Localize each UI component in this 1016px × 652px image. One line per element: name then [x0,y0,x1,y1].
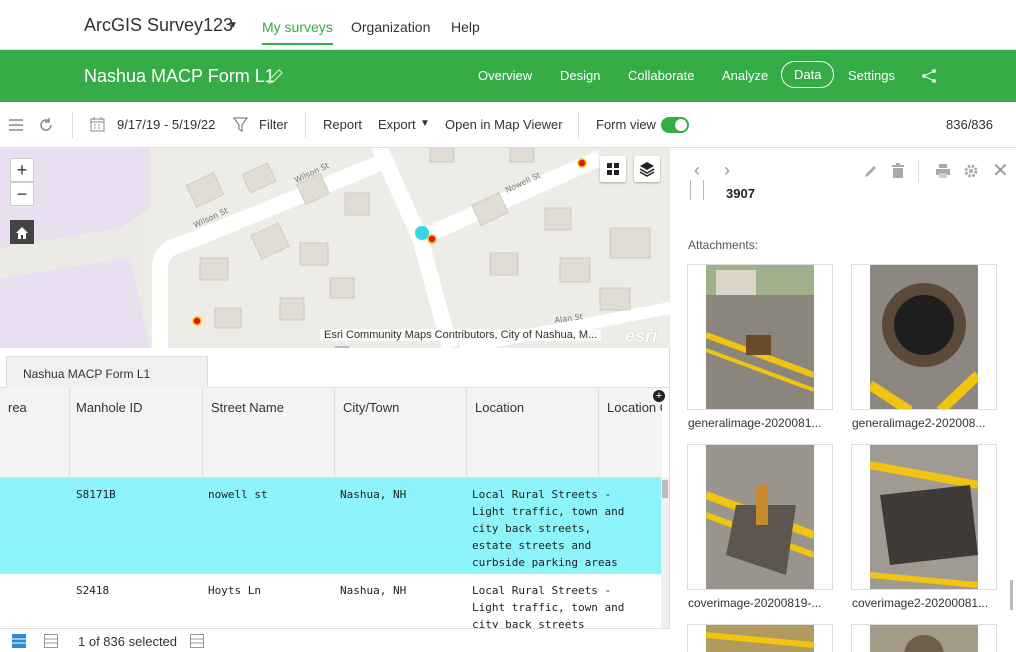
tab-settings[interactable]: Settings [848,68,895,83]
calendar-icon[interactable] [90,117,105,132]
nav-help[interactable]: Help [451,19,480,35]
table-footer: 1 of 836 selected [0,628,670,652]
record-toolbar: ‹ › ✕ [670,148,1016,190]
cell-city: Nashua, NH [340,584,407,597]
tab-data[interactable]: Data [781,61,835,88]
record-panel: ‹ › ✕ 3907 Attachments: generalimage-202… [670,148,1016,652]
cell-manhole-id: S2418 [76,584,110,597]
top-navigation: ArcGIS Survey123 ▼ My surveys Organizati… [0,0,1016,50]
table-row[interactable]: S2418 Hoyts Ln Nashua, NH Local Rural St… [0,573,662,629]
attachment-thumbnail[interactable] [687,264,833,410]
attachment-thumbnail[interactable] [687,624,833,652]
panel-scrollbar[interactable] [1010,580,1013,610]
attachment-photo [870,625,978,652]
map-view[interactable]: Wilson St Wilson St Nowell St Alan St + … [0,148,670,348]
value-box [690,180,704,200]
open-in-map-viewer-button[interactable]: Open in Map Viewer [445,117,563,132]
attachments-label: Attachments: [688,238,759,252]
survey-header-bar: Nashua MACP Form L1 Overview Design Coll… [0,50,1016,102]
attachment-photo [870,445,978,589]
table-tab[interactable]: Nashua MACP Form L1 [6,356,208,389]
form-title: Nashua MACP Form L1 [84,66,275,86]
date-range[interactable]: 9/17/19 - 5/19/22 [117,117,215,132]
edit-title-icon[interactable] [266,68,284,86]
home-button[interactable] [10,220,34,244]
layers-button[interactable] [634,156,660,182]
attachment-caption[interactable]: coverimage-20200819-... [688,596,838,610]
tab-collaborate[interactable]: Collaborate [628,68,695,83]
tab-overview[interactable]: Overview [478,68,532,83]
next-record-icon[interactable]: › [724,160,730,181]
close-icon[interactable]: ✕ [992,158,1009,183]
table-scrollbar[interactable] [661,478,669,628]
zoom-out-button[interactable]: − [10,182,34,206]
record-count: 836/836 [946,117,993,132]
list-view-icon[interactable] [44,634,58,648]
attribute-table: Nashua MACP Form L1 rea Manhole ID Stree… [0,348,670,652]
edit-icon[interactable] [864,164,878,178]
map-canvas: Wilson St Wilson St Nowell St Alan St [0,148,670,348]
export-caret-icon[interactable]: ▼ [420,118,430,129]
cell-location: Local Rural Streets - Light traffic, tow… [472,584,625,629]
attachment-thumbnail[interactable] [687,444,833,590]
attachment-caption[interactable]: coverimage2-20200081... [852,596,1002,610]
table-view-icon[interactable] [12,634,26,648]
filter-icon[interactable] [233,117,248,132]
esri-logo: esri [625,326,658,346]
form-view-toggle[interactable] [661,117,689,133]
layers-icon [639,162,655,177]
cell-manhole-id: S8171B [76,488,116,501]
attachment-photo [706,625,814,652]
filter-button[interactable]: Filter [259,117,288,132]
cell-location: Local Rural Streets - Light traffic, tow… [472,488,625,569]
cell-street-name: nowell st [208,488,268,501]
export-button[interactable]: Export [378,117,416,132]
print-icon[interactable] [936,164,950,178]
brand-dropdown-icon[interactable]: ▼ [228,20,238,31]
add-column-icon[interactable]: + [653,390,665,402]
share-icon[interactable] [920,67,938,85]
table-tabstrip: Nashua MACP Form L1 [0,356,670,389]
selection-count: 1 of 836 selected [78,634,178,649]
nav-organization[interactable]: Organization [351,19,430,35]
previous-record-icon[interactable]: ‹ [694,160,700,181]
attachment-caption[interactable]: generalimage-2020081... [688,416,838,430]
home-icon [16,227,28,239]
map-attribution: Esri Community Maps Contributors, City o… [320,329,602,341]
attachment-caption[interactable]: generalimage2-202008... [852,416,1002,430]
app-brand[interactable]: ArcGIS Survey123 [84,15,233,36]
basemap-gallery-button[interactable] [600,156,626,182]
attachment-photo [870,265,978,409]
attachment-photo [706,445,814,589]
attachment-photo [706,265,814,409]
cell-street-name: Hoyts Ln [208,584,261,597]
nav-my-surveys[interactable]: My surveys [262,19,333,45]
gear-icon[interactable] [964,164,978,178]
column-header-location-c[interactable]: Location C [599,388,662,478]
column-header-manhole-id[interactable]: Manhole ID [70,388,203,478]
refresh-icon[interactable] [38,117,54,133]
table-header: rea Manhole ID Street Name City/Town Loc… [0,388,662,478]
attachment-thumbnail[interactable] [851,444,997,590]
zoom-in-button[interactable]: + [10,158,34,182]
table-row[interactable]: S8171B nowell st Nashua, NH Local Rural … [0,478,662,573]
attachment-thumbnail[interactable] [851,264,997,410]
field-value: 3907 [726,186,755,201]
data-toolbar: 9/17/19 - 5/19/22 Filter Report Export ▼… [0,102,1016,148]
tab-analyze[interactable]: Analyze [722,68,768,83]
cell-city: Nashua, NH [340,488,407,501]
menu-icon[interactable] [9,118,23,132]
grid-icon [607,163,619,175]
attachment-thumbnail[interactable] [851,624,997,652]
delete-icon[interactable] [892,163,904,178]
column-header[interactable]: rea [0,388,70,478]
column-header-city-town[interactable]: City/Town [335,388,467,478]
report-button[interactable]: Report [323,117,362,132]
form-view-label: Form view [596,117,656,132]
tab-design[interactable]: Design [560,68,600,83]
column-header-street-name[interactable]: Street Name [203,388,335,478]
column-header-location[interactable]: Location [467,388,599,478]
show-selected-icon[interactable] [190,634,204,648]
